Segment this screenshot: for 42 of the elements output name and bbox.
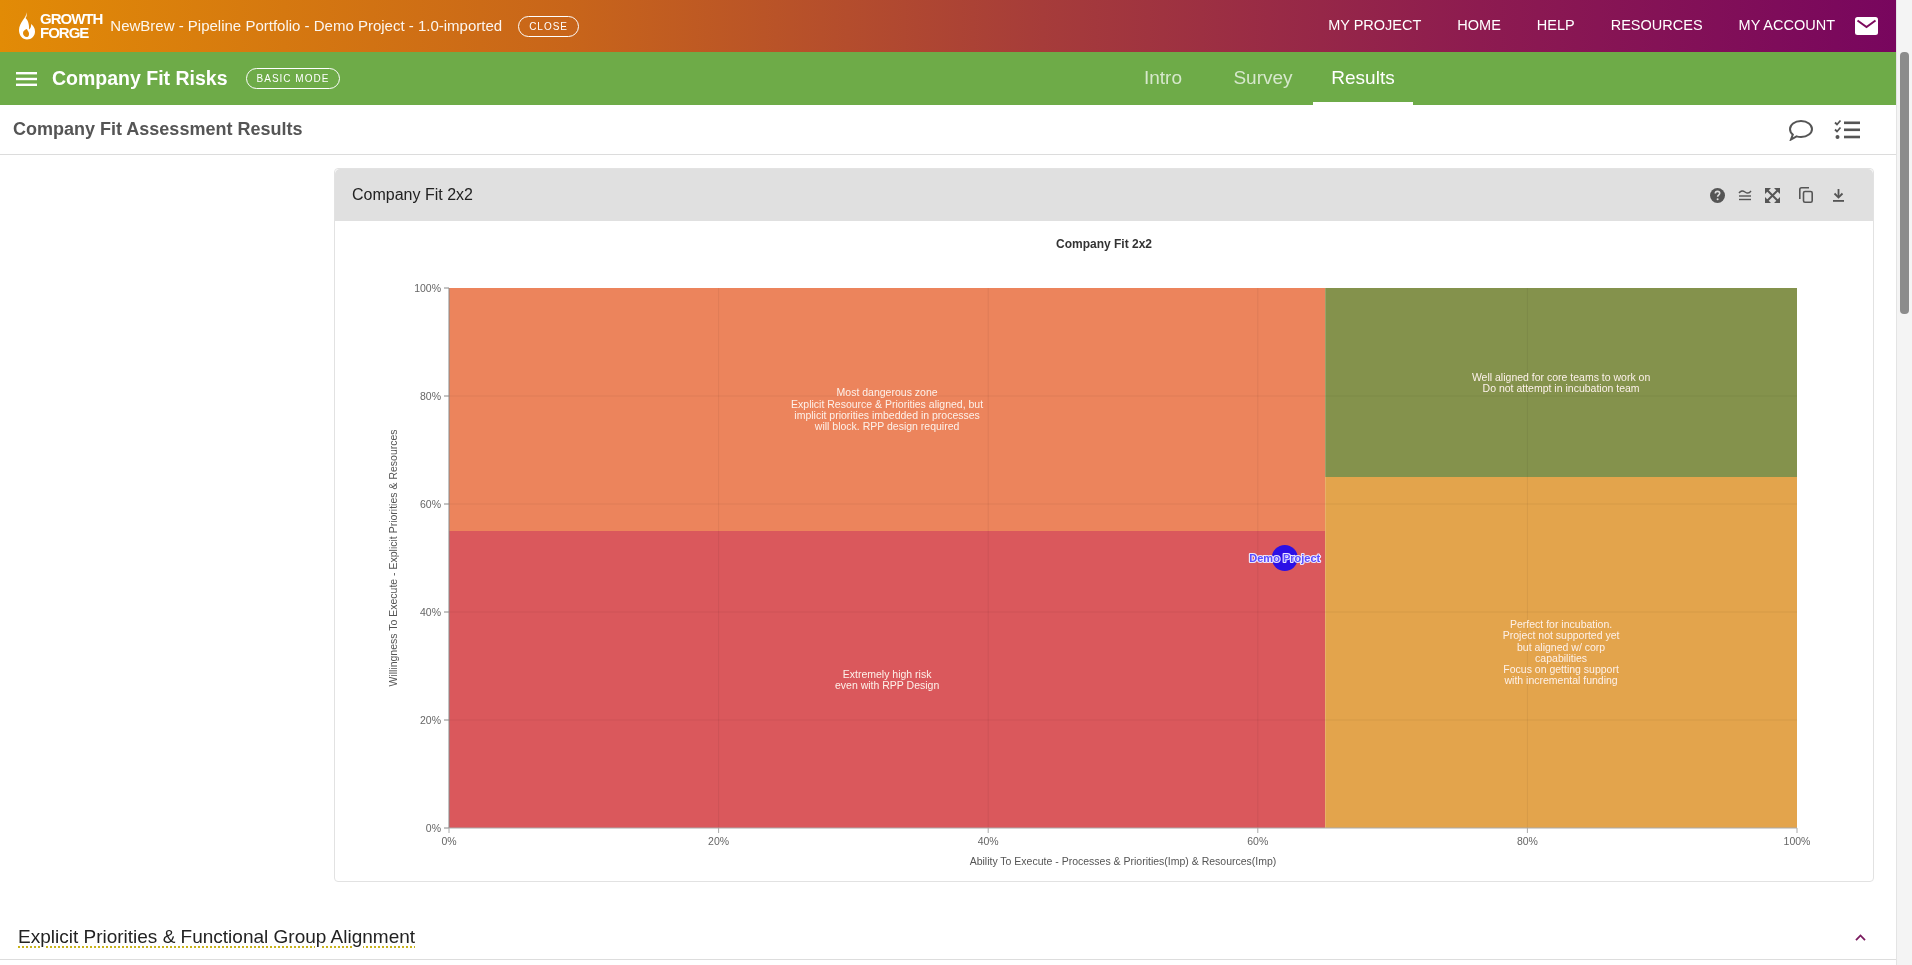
help-icon[interactable] — [1710, 187, 1725, 203]
x-axis-title: Ability To Execute - Processes & Priorities(Imp) & Resources(Imp) — [969, 855, 1277, 867]
menu-icon[interactable] — [16, 70, 37, 87]
approximately-equal-icon[interactable] — [1738, 189, 1752, 201]
nav-link[interactable]: MY ACCOUNT — [1738, 15, 1835, 37]
axis-tick-label: 40% — [420, 605, 441, 618]
axis-tick-label: 80% — [420, 389, 441, 402]
axis-tick-label: 60% — [420, 497, 441, 510]
chart-title: Company Fit 2x2 — [1056, 237, 1152, 251]
nav-link[interactable]: MY PROJECT — [1328, 15, 1422, 37]
axis-tick-label: 20% — [708, 835, 730, 847]
axis-tick-label: 20% — [420, 713, 441, 726]
axis-tick-label: 80% — [1516, 835, 1538, 847]
logo-text: GROWTH FORGE — [40, 12, 103, 40]
axis-tick-label: 0% — [425, 821, 441, 834]
expand-icon[interactable] — [1765, 187, 1780, 203]
nav-link[interactable]: HOME — [1457, 15, 1501, 37]
checklist-icon[interactable] — [1834, 118, 1860, 141]
page-title: Company Fit Assessment Results — [13, 118, 303, 141]
zone-label: Extremely high risk even with RPP Design — [834, 667, 940, 691]
nav-link[interactable]: RESOURCES — [1610, 15, 1703, 37]
zone-label: Perfect for incubation. Project not supported yet but aligned w/ corp capabilities Focus on getting support with incremental funding — [1502, 618, 1620, 687]
copy-icon[interactable] — [1799, 187, 1813, 203]
section-title: Explicit Priorities & Functional Group Alignment — [18, 924, 416, 949]
project-title: NewBrew - Pipeline Portfolio - Demo Project - 1.0-imported — [110, 15, 503, 36]
axis-tick-label: 100% — [414, 281, 441, 294]
y-axis-title: Willingness To Execute - Explicit Priorities & Resources — [386, 429, 399, 687]
axis-tick-label: 60% — [1247, 835, 1269, 847]
zone-label: Well aligned for core teams to work on Do not attempt in incubation team — [1471, 370, 1651, 394]
axis-tick-label: 0% — [441, 835, 457, 847]
zone-label: Most dangerous zone Explicit Resource & Priorities aligned, but implicit priorities imbedded in processes will block. RPP design required — [791, 386, 984, 432]
axis-tick-label: 40% — [977, 835, 999, 847]
download-icon[interactable] — [1832, 188, 1845, 202]
mail-icon[interactable] — [1855, 17, 1878, 35]
nav-link[interactable]: HELP — [1536, 15, 1575, 37]
comment-icon[interactable] — [1788, 118, 1814, 141]
scrollbar-thumb[interactable] — [1900, 52, 1909, 314]
axis-tick-label: 100% — [1783, 835, 1811, 847]
card-title: Company Fit 2x2 — [352, 185, 473, 205]
app-title: Company Fit Risks — [52, 65, 228, 91]
flame-logo-icon — [18, 12, 36, 40]
caret-up-icon[interactable] — [1855, 933, 1866, 941]
